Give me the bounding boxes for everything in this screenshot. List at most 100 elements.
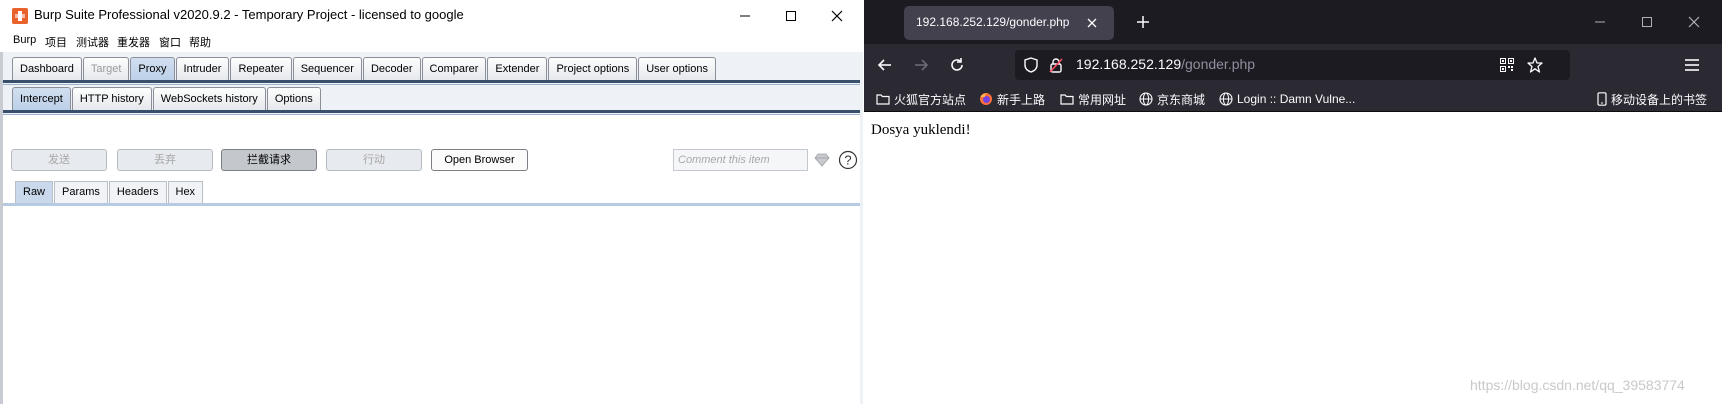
bookmark-label: 移动设备上的书签 [1611,92,1708,107]
tab-intruder[interactable]: Intruder [175,57,230,80]
burp-titlebar: Burp Suite Professional v2020.9.2 - Temp… [0,0,863,31]
bookmark-label: 常用网址 [1078,92,1127,107]
qr-code-icon [1500,58,1514,72]
lock-insecure-icon [1049,58,1063,73]
tab-proxy-options[interactable]: Options [266,87,321,110]
plus-icon [1137,16,1149,28]
reload-icon [951,58,963,71]
bookmark-mobile[interactable]: 移动设备上的书签 [1597,90,1707,108]
bookmarks-toolbar: 火狐官方站点 新手上路 常用网址 京东商城 Login :: Damn Vuln… [864,86,1722,112]
request-editor[interactable] [3,206,860,404]
folder-icon [876,94,890,105]
proxy-tab-divider [3,110,860,113]
drop-button[interactable]: 丢弃 [117,149,213,171]
comment-input[interactable] [673,149,808,171]
tab-websockets-history[interactable]: WebSockets history [152,87,266,110]
minimize-button[interactable] [722,0,768,31]
minimize-icon [1595,21,1605,23]
url-text: 192.168.252.129/gonder.php [1076,56,1255,72]
bookmark-common-sites[interactable]: 常用网址 [1060,90,1126,108]
browser-tab-title: 192.168.252.129/gonder.php [916,15,1070,29]
tab-project-options[interactable]: Project options [548,57,638,80]
upload-result-text: Dosya yuklendi! [871,122,971,138]
svg-text:?: ? [844,153,851,168]
open-browser-button[interactable]: Open Browser [431,149,528,171]
tab-proxy[interactable]: Proxy [130,57,175,80]
menu-burp[interactable]: Burp [13,34,36,46]
forward-button[interactable]: 发送 [11,149,107,171]
bookmark-star-button[interactable] [1526,56,1544,74]
mobile-icon [1597,92,1607,106]
tab-intercept[interactable]: Intercept [12,87,71,110]
hamburger-icon [1685,59,1699,71]
main-tab-divider-light [3,84,860,85]
menu-window[interactable]: 窗口 [159,34,181,50]
maximize-icon [786,10,796,21]
tab-raw[interactable]: Raw [15,181,54,203]
help-button[interactable]: ? [837,149,859,171]
message-editor-tab-bar: Raw Params Headers Hex [15,181,204,203]
intercept-toggle-button[interactable]: 拦截请求 [221,149,317,171]
maximize-button[interactable] [768,0,814,31]
tab-user-options[interactable]: User options [638,57,716,80]
globe-icon [1139,92,1153,106]
globe-icon [1219,92,1233,106]
tab-dashboard[interactable]: Dashboard [12,57,82,80]
diamond-icon [814,153,830,167]
bookmark-dvwa-login[interactable]: Login :: Damn Vulne... [1219,90,1355,108]
highlight-icon[interactable] [813,152,831,168]
tab-headers[interactable]: Headers [108,181,167,203]
star-icon [1527,57,1543,73]
app-menu-button[interactable] [1682,55,1702,75]
url-bar[interactable]: 192.168.252.129/gonder.php [1015,50,1570,80]
close-icon [1087,18,1097,28]
maximize-icon [1642,17,1652,27]
tab-params[interactable]: Params [54,181,108,203]
maximize-button[interactable] [1637,12,1657,32]
new-tab-button[interactable] [1133,12,1153,32]
main-tab-divider [3,80,860,83]
browser-tab[interactable]: 192.168.252.129/gonder.php [904,6,1114,40]
firefox-window: 192.168.252.129/gonder.php 192.168.252.1… [864,0,1722,404]
firefox-icon [980,93,992,105]
tracking-protection-icon[interactable] [1023,57,1039,73]
minimize-icon [740,15,750,16]
watermark: https://blog.csdn.net/qq_39583774 [1470,377,1685,393]
proxy-tab-bar: Intercept HTTP history WebSockets histor… [12,87,322,110]
qr-code-button[interactable] [1499,57,1515,73]
close-window-button[interactable] [1684,12,1704,32]
tab-hex[interactable]: Hex [167,181,204,203]
tab-repeater[interactable]: Repeater [230,57,292,80]
bookmark-label: 京东商城 [1157,92,1206,107]
bookmark-firefox-official[interactable]: 火狐官方站点 [876,90,966,108]
url-path: /gonder.php [1181,56,1256,72]
bookmark-jd-mall[interactable]: 京东商城 [1139,90,1205,108]
bookmark-label: 新手上路 [997,92,1046,107]
menu-tester[interactable]: 测试器 [76,34,109,50]
close-tab-button[interactable] [1084,15,1100,31]
action-button[interactable]: 行动 [326,149,422,171]
tab-decoder[interactable]: Decoder [362,57,421,80]
menu-bar: Burp 项目 测试器 重发器 窗口 帮助 [0,31,863,52]
tab-http-history[interactable]: HTTP history [71,87,152,110]
reload-button[interactable] [947,55,967,75]
close-button[interactable] [814,0,860,31]
page-content: Dosya yuklendi! [864,113,1722,404]
menu-repeater[interactable]: 重发器 [117,34,150,50]
tab-extender[interactable]: Extender [487,57,548,80]
bookmark-getting-started[interactable]: 新手上路 [979,90,1045,108]
back-arrow-icon [877,59,891,71]
menu-project[interactable]: 项目 [45,34,67,50]
tab-sequencer[interactable]: Sequencer [292,57,362,80]
minimize-button[interactable] [1590,12,1610,32]
tab-comparer[interactable]: Comparer [421,57,487,80]
close-icon [1688,16,1700,28]
forward-arrow-icon [915,59,929,71]
insecure-connection-icon[interactable] [1048,57,1064,73]
bookmark-label: 火狐官方站点 [894,92,967,107]
back-button[interactable] [875,55,895,75]
menu-help[interactable]: 帮助 [189,34,211,50]
url-host: 192.168.252.129 [1076,56,1182,72]
tab-target[interactable]: Target [82,57,130,80]
forward-button[interactable] [911,55,931,75]
